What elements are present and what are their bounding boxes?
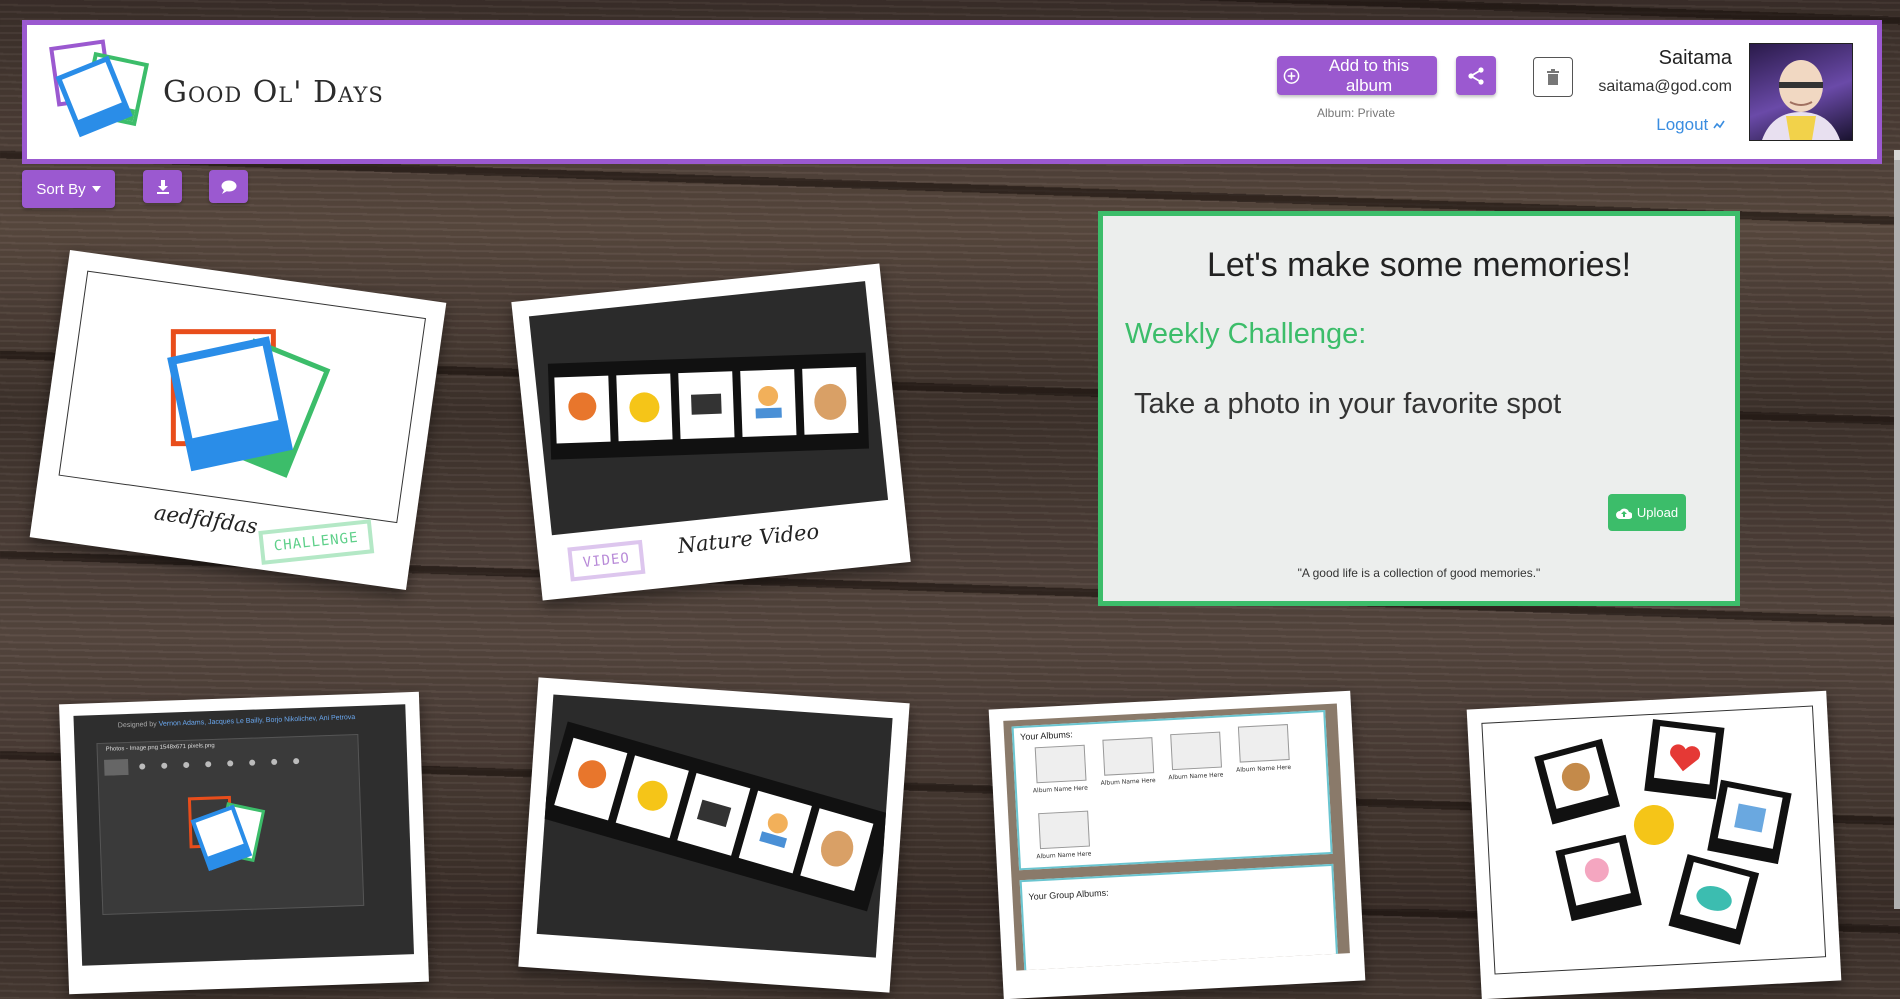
brand-name[interactable]: Good Ol' Days bbox=[163, 75, 384, 110]
video-stamp: VIDEO bbox=[567, 539, 646, 582]
photo-card-albums[interactable]: Your Albums: Album Name Here Album Name … bbox=[988, 690, 1366, 999]
logout-link[interactable]: Logout bbox=[1656, 115, 1725, 135]
video-frame bbox=[528, 281, 889, 536]
share-icon bbox=[1468, 66, 1484, 85]
plus-circle-icon bbox=[1283, 67, 1300, 84]
challenge-stamp: CHALLENGE bbox=[258, 519, 375, 565]
logo-icon bbox=[49, 39, 150, 138]
challenge-title: Let's make some memories! bbox=[1206, 246, 1632, 284]
user-name: Saitama bbox=[1658, 47, 1732, 69]
bald-hero-icon bbox=[1762, 60, 1840, 140]
album-thumb bbox=[1170, 731, 1223, 771]
upload-label: Upload bbox=[1636, 505, 1679, 520]
scrollbar-thumb[interactable] bbox=[1894, 160, 1900, 909]
delete-album-button[interactable] bbox=[1533, 57, 1573, 97]
photo-card-video[interactable]: Nature Video VIDEO bbox=[511, 263, 911, 601]
photo-collage-image bbox=[1534, 719, 1792, 945]
trash-icon bbox=[1547, 69, 1559, 85]
download-button[interactable] bbox=[143, 170, 182, 203]
album-thumb bbox=[1038, 810, 1090, 850]
download-icon bbox=[156, 179, 169, 194]
upload-button[interactable]: Upload bbox=[1608, 494, 1686, 531]
share-button[interactable] bbox=[1456, 56, 1496, 95]
group-albums-heading: Your Group Albums: bbox=[1028, 887, 1109, 902]
sort-by-dropdown[interactable]: Sort By bbox=[22, 170, 115, 208]
album-privacy-status: Album: Private bbox=[1317, 106, 1396, 120]
photo-card-video-2[interactable] bbox=[518, 677, 910, 993]
designed-by-text: Designed by Vernon Adams, Jacques Le Bai… bbox=[118, 714, 356, 729]
weekly-challenge-label: Weekly Challenge: bbox=[1125, 318, 1367, 350]
your-albums-panel: Your Albums: Album Name Here Album Name … bbox=[1011, 710, 1333, 871]
add-to-album-button[interactable]: Add to this album bbox=[1277, 56, 1437, 95]
album-name: Album Name Here bbox=[1032, 784, 1089, 795]
logout-label: Logout bbox=[1656, 115, 1709, 134]
challenge-prompt: Take a photo in your favorite spot bbox=[1134, 388, 1562, 420]
comments-button[interactable] bbox=[209, 170, 248, 203]
video-frame bbox=[536, 694, 895, 958]
album-name: Album Name Here bbox=[1036, 850, 1092, 861]
sort-by-label: Sort By bbox=[36, 180, 86, 198]
album-name: Album Name Here bbox=[1100, 777, 1156, 787]
photo-card-screenshot[interactable]: Designed by Vernon Adams, Jacques Le Bai… bbox=[59, 691, 429, 995]
screenshot-frame: Designed by Vernon Adams, Jacques Le Bai… bbox=[73, 704, 414, 966]
chat-bubble-icon bbox=[221, 180, 236, 194]
memory-quote: "A good life is a collection of good mem… bbox=[1297, 566, 1541, 580]
mini-logo-image bbox=[187, 795, 266, 872]
albums-screenshot-frame: Your Albums: Album Name Here Album Name … bbox=[1003, 703, 1350, 971]
film-strip-image bbox=[547, 352, 869, 460]
designers-list: Vernon Adams, Jacques Le Bailly, Borjo N… bbox=[158, 714, 356, 728]
designed-by-prefix: Designed by bbox=[117, 720, 157, 730]
add-to-album-label: Add to this album bbox=[1328, 55, 1410, 95]
album-thumb bbox=[1102, 737, 1155, 776]
group-albums-panel: Your Group Albums: bbox=[1019, 863, 1339, 971]
photo-caption: aedfdfdas bbox=[152, 500, 260, 539]
user-email: saitama@god.com bbox=[1598, 78, 1732, 95]
photo-frame bbox=[58, 270, 427, 524]
logout-icon bbox=[1713, 120, 1725, 129]
photo-caption: Nature Video bbox=[676, 519, 821, 559]
app-header: Good Ol' Days Add to this album Album: P… bbox=[22, 20, 1882, 164]
photo-card-collage[interactable] bbox=[1466, 690, 1842, 999]
album-thumb bbox=[1237, 724, 1290, 763]
photo-card-challenge[interactable]: aedfdfdas CHALLENGE bbox=[29, 249, 447, 591]
caret-down-icon bbox=[91, 186, 101, 192]
film-strip-image bbox=[540, 721, 895, 912]
avatar[interactable] bbox=[1749, 43, 1853, 141]
cloud-upload-icon bbox=[1615, 508, 1632, 519]
collage-frame bbox=[1481, 705, 1827, 975]
album-thumb bbox=[1034, 744, 1087, 784]
viewer-window: Photos - Image.png 1548x671 pixels.png bbox=[96, 733, 365, 915]
weekly-challenge-panel: Let's make some memories! Weekly Challen… bbox=[1098, 211, 1740, 606]
album-name: Album Name Here bbox=[1168, 771, 1224, 782]
album-name: Album Name Here bbox=[1235, 763, 1292, 774]
logo-image bbox=[167, 329, 331, 478]
